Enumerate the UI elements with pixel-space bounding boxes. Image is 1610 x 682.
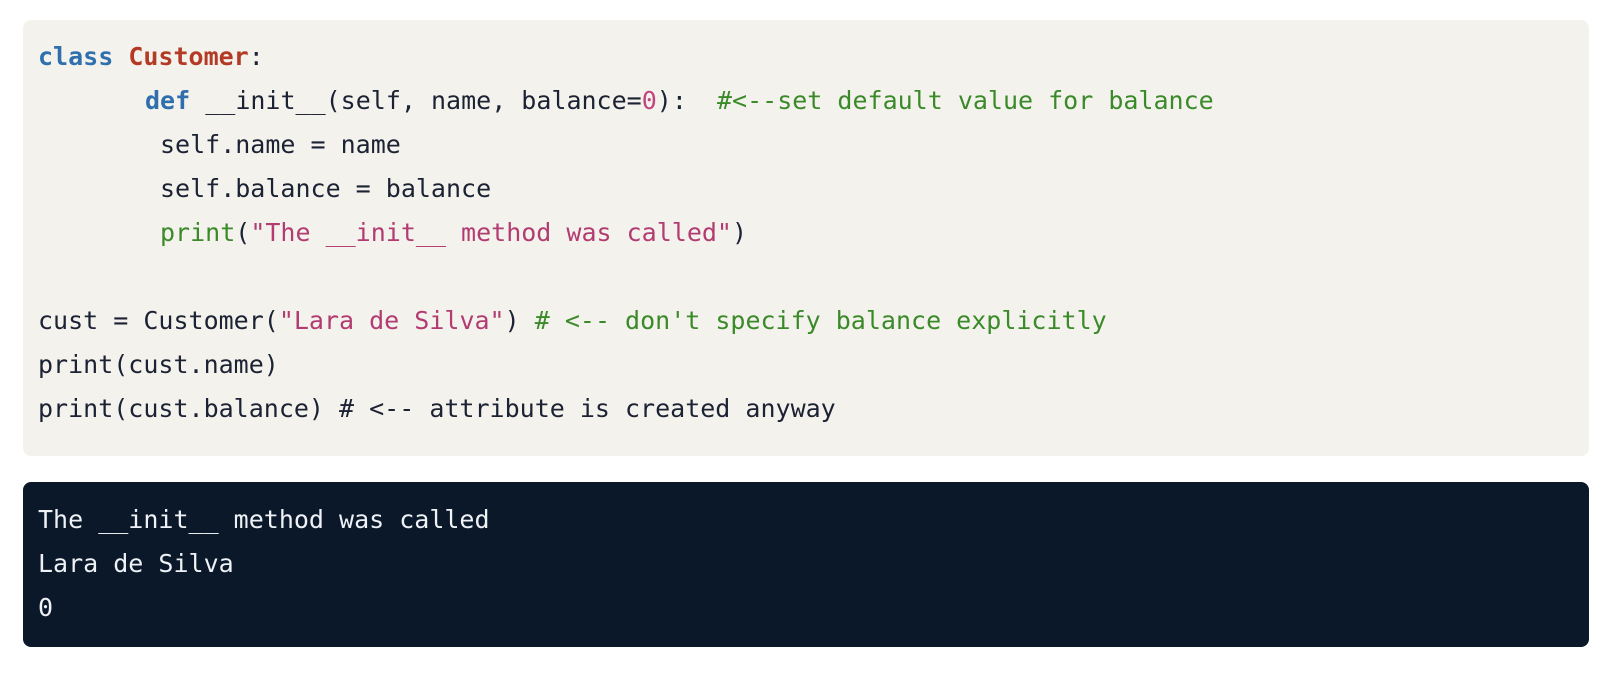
instantiate-start: cust = Customer( xyxy=(38,306,279,335)
keyword-def: def xyxy=(145,86,191,115)
output-block: The __init__ method was called Lara de S… xyxy=(23,482,1589,647)
init-signature-start: __init__(self, name, balance= xyxy=(205,86,642,115)
output-line-2: Lara de Silva xyxy=(38,549,234,578)
output-line-1: The __init__ method was called xyxy=(38,505,490,534)
code-line-1: class Customer: xyxy=(38,34,264,79)
assign-name: self.name = name xyxy=(160,130,401,159)
code-line-3: self.name = name xyxy=(160,122,401,167)
string-literal: "The __init__ method was called" xyxy=(250,218,732,247)
code-line-9: print(cust.balance) # <-- attribute is c… xyxy=(38,386,836,431)
customer-name-string: "Lara de Silva" xyxy=(278,306,505,335)
code-line-8: print(cust.name) xyxy=(38,342,279,387)
paren-open: ( xyxy=(235,218,251,247)
output-line-3: 0 xyxy=(38,593,54,622)
code-block: class Customer: def __init__(self, name,… xyxy=(23,20,1589,456)
init-signature-end: ): xyxy=(656,86,687,115)
colon: : xyxy=(248,42,264,71)
class-name: Customer xyxy=(128,42,249,71)
code-line-2: def __init__(self, name, balance=0): #<-… xyxy=(145,78,1214,123)
code-line-5: print("The __init__ method was called") xyxy=(160,210,747,255)
comment-no-balance: # <-- don't specify balance explicitly xyxy=(534,306,1107,335)
default-number: 0 xyxy=(641,86,657,115)
code-line-4: self.balance = balance xyxy=(160,166,491,211)
assign-balance: self.balance = balance xyxy=(160,174,492,203)
print-balance: print(cust.balance) # <-- attribute is c… xyxy=(38,394,836,423)
code-line-7: cust = Customer("Lara de Silva") # <-- d… xyxy=(38,298,1107,343)
builtin-print: print xyxy=(160,218,236,247)
keyword-class: class xyxy=(38,42,114,71)
paren-close: ) xyxy=(731,218,748,247)
comment-default-balance: #<--set default value for balance xyxy=(717,86,1214,115)
instantiate-end: ) xyxy=(504,306,520,335)
print-name: print(cust.name) xyxy=(38,350,279,379)
